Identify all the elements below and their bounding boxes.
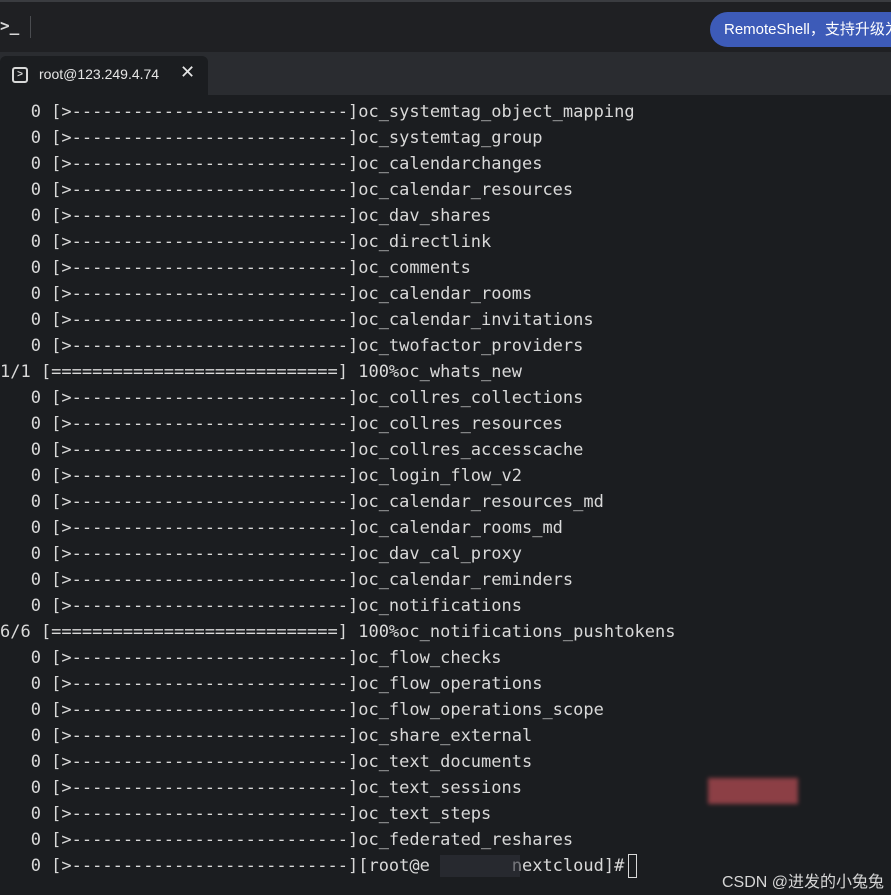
terminal-line: 0 [>---------------------------]oc_twofa… <box>0 336 584 356</box>
terminal-line: 0 [>---------------------------]oc_calen… <box>0 180 574 200</box>
terminal-line: 0 [>---------------------------]oc_notif… <box>0 596 522 616</box>
terminal-line: 0 [>---------------------------]oc_text_… <box>0 804 492 824</box>
terminal-line: 0 [>---------------------------]oc_collr… <box>0 414 563 434</box>
prompt-text: 0 [>---------------------------][root@e … <box>0 856 625 876</box>
terminal-line: 0 [>---------------------------]oc_collr… <box>0 388 584 408</box>
terminal-line: 0 [>---------------------------]oc_direc… <box>0 232 492 252</box>
close-icon[interactable]: ✕ <box>180 62 195 83</box>
divider <box>30 16 31 38</box>
notice-text: RemoteShell，支持升级为 <box>724 21 891 38</box>
prompt-line: 0 [>---------------------------][root@e … <box>0 853 638 879</box>
terminal-line: 0 [>---------------------------]oc_dav_s… <box>0 206 492 226</box>
terminal-line: 0 [>---------------------------]oc_feder… <box>0 830 574 850</box>
terminal-line: 0 [>---------------------------]oc_calen… <box>0 492 604 512</box>
app-icon[interactable]: >_ <box>0 16 19 35</box>
remoteshell-notice[interactable]: RemoteShell，支持升级为 <box>710 12 891 47</box>
terminal-line: 0 [>---------------------------]oc_login… <box>0 466 522 486</box>
terminal-line: 0 [>---------------------------]oc_text_… <box>0 752 533 772</box>
terminal-line: 0 [>---------------------------]oc_syste… <box>0 102 635 122</box>
terminal-line: 6/6 [============================] 100%o… <box>0 622 676 642</box>
redaction-mask <box>440 855 520 877</box>
terminal-line: 0 [>---------------------------]oc_collr… <box>0 440 584 460</box>
terminal-line: 0 [>---------------------------]oc_share… <box>0 726 533 746</box>
terminal-line: 0 [>---------------------------]oc_calen… <box>0 154 543 174</box>
redaction-mask <box>708 778 798 804</box>
tab-strip: > root@123.249.4.74 ✕ <box>0 52 891 95</box>
terminal-icon: > <box>12 67 28 83</box>
text-cursor <box>628 854 638 878</box>
terminal-line: 0 [>---------------------------]oc_flow_… <box>0 648 502 668</box>
terminal-line: 0 [>---------------------------]oc_dav_c… <box>0 544 522 564</box>
terminal-output[interactable]: 0 [>---------------------------]oc_syste… <box>0 95 891 895</box>
terminal-line: 0 [>---------------------------]oc_calen… <box>0 284 533 304</box>
terminal-line: 1/1 [============================] 100%o… <box>0 362 522 382</box>
tab-title: root@123.249.4.74 <box>39 66 160 82</box>
terminal-line: 0 [>---------------------------]oc_flow_… <box>0 700 604 720</box>
session-tab[interactable]: > root@123.249.4.74 ✕ <box>0 56 208 95</box>
terminal-line: 0 [>---------------------------]oc_text_… <box>0 778 522 798</box>
terminal-line: 0 [>---------------------------]oc_comme… <box>0 258 471 278</box>
terminal-line: 0 [>---------------------------]oc_syste… <box>0 128 543 148</box>
terminal-line: 0 [>---------------------------]oc_calen… <box>0 570 574 590</box>
title-bar: >_ RemoteShell，支持升级为 <box>0 0 891 52</box>
terminal-line: 0 [>---------------------------]oc_calen… <box>0 310 594 330</box>
watermark: CSDN @进发的小兔兔 <box>722 874 885 891</box>
terminal-line: 0 [>---------------------------]oc_calen… <box>0 518 563 538</box>
terminal-line: 0 [>---------------------------]oc_flow_… <box>0 674 543 694</box>
